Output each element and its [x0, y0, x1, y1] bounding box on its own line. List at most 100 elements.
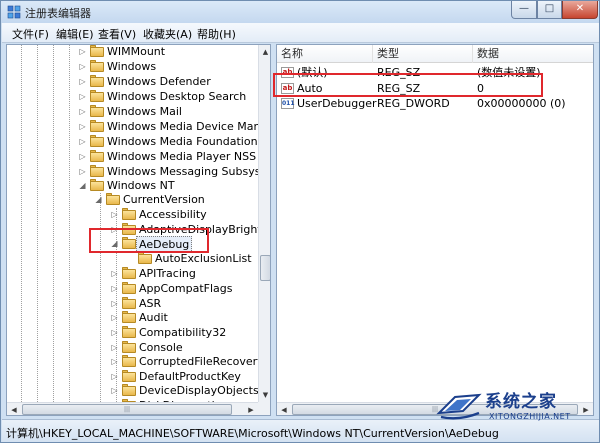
menu-file[interactable]: 文件(F) [12, 26, 49, 42]
tree-item-asr[interactable]: ▷ ASR [7, 296, 257, 311]
tree-item-windows-media-device-manager[interactable]: ▷ Windows Media Device Manager [7, 119, 270, 134]
collapse-arrow-icon[interactable]: ◢ [78, 181, 87, 190]
tree-item-label: Windows NT [107, 179, 175, 192]
tree-item-wimmount[interactable]: ▷ WIMMount [7, 45, 257, 59]
tree-item-label: AppCompatFlags [139, 282, 233, 295]
expand-arrow-icon[interactable]: ▷ [78, 167, 87, 176]
expand-arrow-icon[interactable]: ▷ [110, 284, 119, 293]
expand-arrow-icon[interactable]: ▷ [78, 62, 87, 71]
list-header: 名称 类型 数据 [277, 45, 593, 63]
menu-help[interactable]: 帮助(H) [197, 26, 236, 42]
tree-item-label: AutoExclusionList [155, 252, 252, 265]
expand-arrow-icon[interactable]: ▷ [110, 343, 119, 352]
expand-arrow-icon[interactable]: ▷ [78, 122, 87, 131]
tree-item-label: CurrentVersion [123, 193, 205, 206]
tree-item-label: WIMMount [107, 45, 166, 58]
tree-item-windows-desktop-search[interactable]: ▷ Windows Desktop Search [7, 89, 257, 104]
folder-icon [90, 165, 104, 177]
scroll-down-arrow-icon[interactable]: ▼ [259, 388, 270, 402]
tree-item-label: Windows Media Device Manager [107, 120, 271, 133]
tree-item-windows-mail[interactable]: ▷ Windows Mail [7, 104, 257, 119]
expand-arrow-icon[interactable]: ▷ [78, 107, 87, 116]
tree-item-label: Windows Media Foundation [107, 135, 258, 148]
folder-icon [90, 179, 104, 191]
window-title: 注册表编辑器 [25, 7, 91, 20]
tree-item-label: Windows [107, 60, 157, 73]
menu-favorites[interactable]: 收藏夹(A) [143, 26, 192, 42]
column-header-name[interactable]: 名称 [277, 45, 373, 63]
value-name: UserDebuggerH... [297, 97, 377, 110]
scroll-corner [258, 402, 270, 415]
folder-icon [90, 60, 104, 72]
scroll-up-arrow-icon[interactable]: ▲ [259, 45, 270, 59]
minimize-button[interactable]: — [511, 1, 537, 19]
tree-item-corruptedfilerecovery[interactable]: ▷ CorruptedFileRecovery [7, 354, 264, 369]
tree-item-label: APITracing [139, 267, 196, 280]
tree-item-label: CorruptedFileRecovery [139, 355, 264, 368]
expand-arrow-icon[interactable]: ▷ [110, 372, 119, 381]
folder-icon [90, 105, 104, 117]
folder-icon [138, 252, 152, 264]
tree-item-windows-media-player-nss[interactable]: ▷ Windows Media Player NSS [7, 149, 257, 164]
expand-arrow-icon[interactable]: ▷ [78, 152, 87, 161]
maximize-button[interactable]: □ [537, 1, 562, 19]
tree-item-compatibility32[interactable]: ▷ Compatibility32 [7, 325, 257, 340]
title-bar[interactable]: 注册表编辑器 — □ ✕ [1, 1, 599, 23]
tree-item-label: Audit [139, 311, 168, 324]
values-list-pane[interactable]: 名称 类型 数据 ab (默认) REG_SZ (数值未设置) ab Auto … [276, 44, 594, 416]
tree-item-autoexclusionlist[interactable]: AutoExclusionList [7, 251, 257, 266]
column-header-type[interactable]: 类型 [373, 45, 473, 63]
menu-edit[interactable]: 编辑(E) [56, 26, 94, 42]
tree-item-devicedisplayobjects[interactable]: ▷ DeviceDisplayObjects [7, 383, 259, 398]
tree-item-apitracing[interactable]: ▷ APITracing [7, 266, 257, 281]
folder-icon [122, 297, 136, 309]
tree-item-console[interactable]: ▷ Console [7, 340, 257, 355]
folder-icon [122, 355, 136, 367]
expand-arrow-icon[interactable]: ▷ [110, 357, 119, 366]
value-type: REG_DWORD [377, 97, 450, 110]
expand-arrow-icon[interactable]: ▷ [78, 77, 87, 86]
tree-item-windows[interactable]: ▷ Windows [7, 59, 257, 74]
expand-arrow-icon[interactable]: ▷ [78, 92, 87, 101]
site-watermark: 系统之家 XITONGZHIJIA.NET [433, 385, 597, 427]
scroll-left-arrow-icon[interactable]: ◀ [7, 403, 21, 415]
folder-icon [122, 341, 136, 353]
expand-arrow-icon[interactable]: ▷ [78, 47, 87, 56]
tree-item-windows-nt[interactable]: ◢ Windows NT [7, 178, 257, 193]
value-row-userdebuggerhotkey[interactable]: 011 UserDebuggerH... REG_DWORD 0x0000000… [277, 96, 593, 111]
tree-item-label: Windows Media Player NSS [107, 150, 257, 163]
column-header-data[interactable]: 数据 [473, 45, 593, 63]
watermark-title: 系统之家 [485, 392, 557, 412]
tree-vertical-scrollbar[interactable]: ▲ ▼ [258, 45, 270, 402]
expand-arrow-icon[interactable]: ▷ [110, 269, 119, 278]
expand-arrow-icon[interactable]: ▷ [110, 328, 119, 337]
tree-item-windows-messaging-subsystem[interactable]: ▷ Windows Messaging Subsystem [7, 164, 270, 179]
menu-view[interactable]: 查看(V) [98, 26, 136, 42]
tree-item-label: Windows Mail [107, 105, 182, 118]
tree-item-currentversion[interactable]: ◢ CurrentVersion [7, 192, 257, 207]
tree-horizontal-scroll-thumb[interactable]: ||| [22, 404, 232, 415]
tree-item-label: Compatibility32 [139, 326, 227, 339]
tree-item-appcompatflags[interactable]: ▷ AppCompatFlags [7, 281, 257, 296]
scroll-left-arrow-icon[interactable]: ◀ [277, 403, 291, 415]
folder-icon [90, 90, 104, 102]
tree-vertical-scroll-thumb[interactable] [260, 255, 270, 281]
tree-item-windows-media-foundation[interactable]: ▷ Windows Media Foundation [7, 134, 258, 149]
collapse-arrow-icon[interactable]: ◢ [94, 195, 103, 204]
tree-item-defaultproductkey[interactable]: ▷ DefaultProductKey [7, 369, 257, 384]
expand-arrow-icon[interactable]: ▷ [110, 313, 119, 322]
expand-arrow-icon[interactable]: ▷ [78, 137, 87, 146]
expand-arrow-icon[interactable]: ▷ [110, 299, 119, 308]
expand-arrow-icon[interactable]: ▷ [110, 210, 119, 219]
tree-item-accessibility[interactable]: ▷ Accessibility [7, 207, 257, 222]
value-data: 0x00000000 (0) [477, 97, 566, 110]
close-button[interactable]: ✕ [562, 1, 598, 19]
status-key-path: 计算机\HKEY_LOCAL_MACHINE\SOFTWARE\Microsof… [6, 427, 499, 440]
tree-item-audit[interactable]: ▷ Audit [7, 310, 257, 325]
tree-item-windows-defender[interactable]: ▷ Windows Defender [7, 74, 257, 89]
expand-arrow-icon[interactable]: ▷ [110, 386, 119, 395]
scroll-right-arrow-icon[interactable]: ▶ [244, 403, 258, 415]
folder-icon [122, 311, 136, 323]
folder-icon [122, 267, 136, 279]
tree-horizontal-scrollbar[interactable]: ◀ ||| ▶ [7, 402, 258, 415]
